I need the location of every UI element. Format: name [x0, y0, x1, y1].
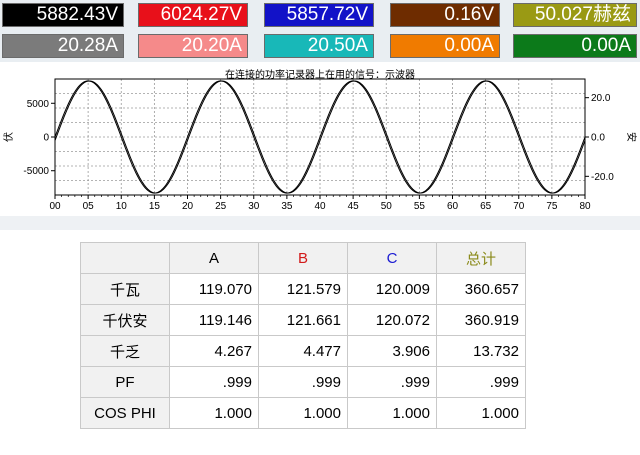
- right-axis-label: 安: [625, 132, 638, 142]
- x-tick-label: 00: [49, 201, 61, 212]
- cell-value: 119.070: [169, 273, 259, 305]
- x-tick-label: 50: [381, 201, 393, 212]
- y2-tick-label: 0.0: [591, 133, 605, 144]
- frequency-meter: 50.027赫兹: [513, 3, 637, 27]
- y-tick-label: -5000: [23, 166, 49, 177]
- cell-value: 3.906: [347, 335, 437, 367]
- table-row: 千乏 4.267 4.477 3.906 13.732: [80, 335, 526, 367]
- x-tick-label: 75: [546, 201, 558, 212]
- x-tick-label: 20: [182, 201, 194, 212]
- x-tick-label: 70: [513, 201, 525, 212]
- header-phase-a: A: [169, 242, 259, 274]
- cell-value: 1.000: [436, 397, 526, 429]
- cell-value: 360.657: [436, 273, 526, 305]
- y2-tick-label: -20.0: [591, 172, 614, 183]
- y-axis-left: 5000 0 -5000: [23, 99, 55, 177]
- x-tick-label: 55: [414, 201, 426, 212]
- current-ground-meter: 0.00A: [513, 34, 637, 58]
- x-tick-label: 45: [348, 201, 360, 212]
- voltage-n-meter: 0.16V: [390, 3, 500, 27]
- x-tick-label: 30: [248, 201, 260, 212]
- cell-value: .999: [258, 366, 348, 398]
- cell-value: 360.919: [436, 304, 526, 336]
- y2-tick-label: 20.0: [591, 93, 611, 104]
- cell-value: 1.000: [169, 397, 259, 429]
- cell-value: 120.072: [347, 304, 437, 336]
- y-tick-label: 0: [43, 133, 49, 144]
- y-axis-right: 20.0 0.0 -20.0: [585, 93, 614, 183]
- current-c-meter: 20.50A: [264, 34, 374, 58]
- cell-value: .999: [347, 366, 437, 398]
- x-axis: 00 05 10 15 20 25 30 35 40 45 50 55 60 65 70 75 80: [49, 195, 591, 212]
- voltage-a-meter: 5882.43V: [2, 3, 124, 27]
- x-tick-label: 05: [83, 201, 95, 212]
- oscilloscope-panel: 在连接的功率记录器上在用的信号：示波器 00 05 10 15 20 25 30 35 40 45…: [0, 62, 640, 216]
- voltage-b-meter: 6024.27V: [138, 3, 248, 27]
- cell-value: 1.000: [258, 397, 348, 429]
- table-row: 千伏安 119.146 121.661 120.072 360.919: [80, 304, 526, 336]
- x-tick-label: 15: [149, 201, 161, 212]
- table-row: PF .999 .999 .999 .999: [80, 366, 526, 398]
- table-row: 千瓦 119.070 121.579 120.009 360.657: [80, 273, 526, 305]
- row-label: COS PHI: [80, 397, 170, 429]
- waveform-chart: 00 05 10 15 20 25 30 35 40 45 50 55 60 65 70 75 80 5000 0…: [2, 78, 638, 212]
- current-n-meter: 0.00A: [390, 34, 500, 58]
- cell-value: 13.732: [436, 335, 526, 367]
- header-phase-c: C: [347, 242, 437, 274]
- cell-value: 120.009: [347, 273, 437, 305]
- cell-value: 119.146: [169, 304, 259, 336]
- cell-value: 121.579: [258, 273, 348, 305]
- x-tick-label: 80: [579, 201, 591, 212]
- cell-value: .999: [169, 366, 259, 398]
- power-table: A B C 总计 千瓦 119.070 121.579 120.009 360.…: [80, 242, 526, 429]
- cell-value: 121.661: [258, 304, 348, 336]
- header-corner: [80, 242, 170, 274]
- current-b-meter: 20.20A: [138, 34, 248, 58]
- x-tick-label: 10: [116, 201, 128, 212]
- header-phase-b: B: [258, 242, 348, 274]
- x-tick-label: 25: [215, 201, 227, 212]
- y-tick-label: 5000: [27, 99, 50, 110]
- current-a-meter: 20.28A: [2, 34, 124, 58]
- cell-value: .999: [436, 366, 526, 398]
- row-label: PF: [80, 366, 170, 398]
- x-tick-label: 65: [480, 201, 492, 212]
- x-tick-label: 35: [281, 201, 293, 212]
- x-tick-label: 60: [447, 201, 459, 212]
- voltage-c-meter: 5857.72V: [264, 3, 374, 27]
- meter-panel: 5882.43V 6024.27V 5857.72V 0.16V 50.027赫…: [0, 0, 640, 66]
- left-axis-label: 伏: [2, 132, 15, 142]
- row-label: 千乏: [80, 335, 170, 367]
- table-header-row: A B C 总计: [80, 242, 526, 274]
- cell-value: 4.267: [169, 335, 259, 367]
- table-row: COS PHI 1.000 1.000 1.000 1.000: [80, 397, 526, 429]
- cell-value: 1.000: [347, 397, 437, 429]
- row-label: 千伏安: [80, 304, 170, 336]
- cell-value: 4.477: [258, 335, 348, 367]
- header-total: 总计: [436, 242, 526, 274]
- separator: [0, 216, 640, 230]
- row-label: 千瓦: [80, 273, 170, 305]
- x-tick-label: 40: [314, 201, 326, 212]
